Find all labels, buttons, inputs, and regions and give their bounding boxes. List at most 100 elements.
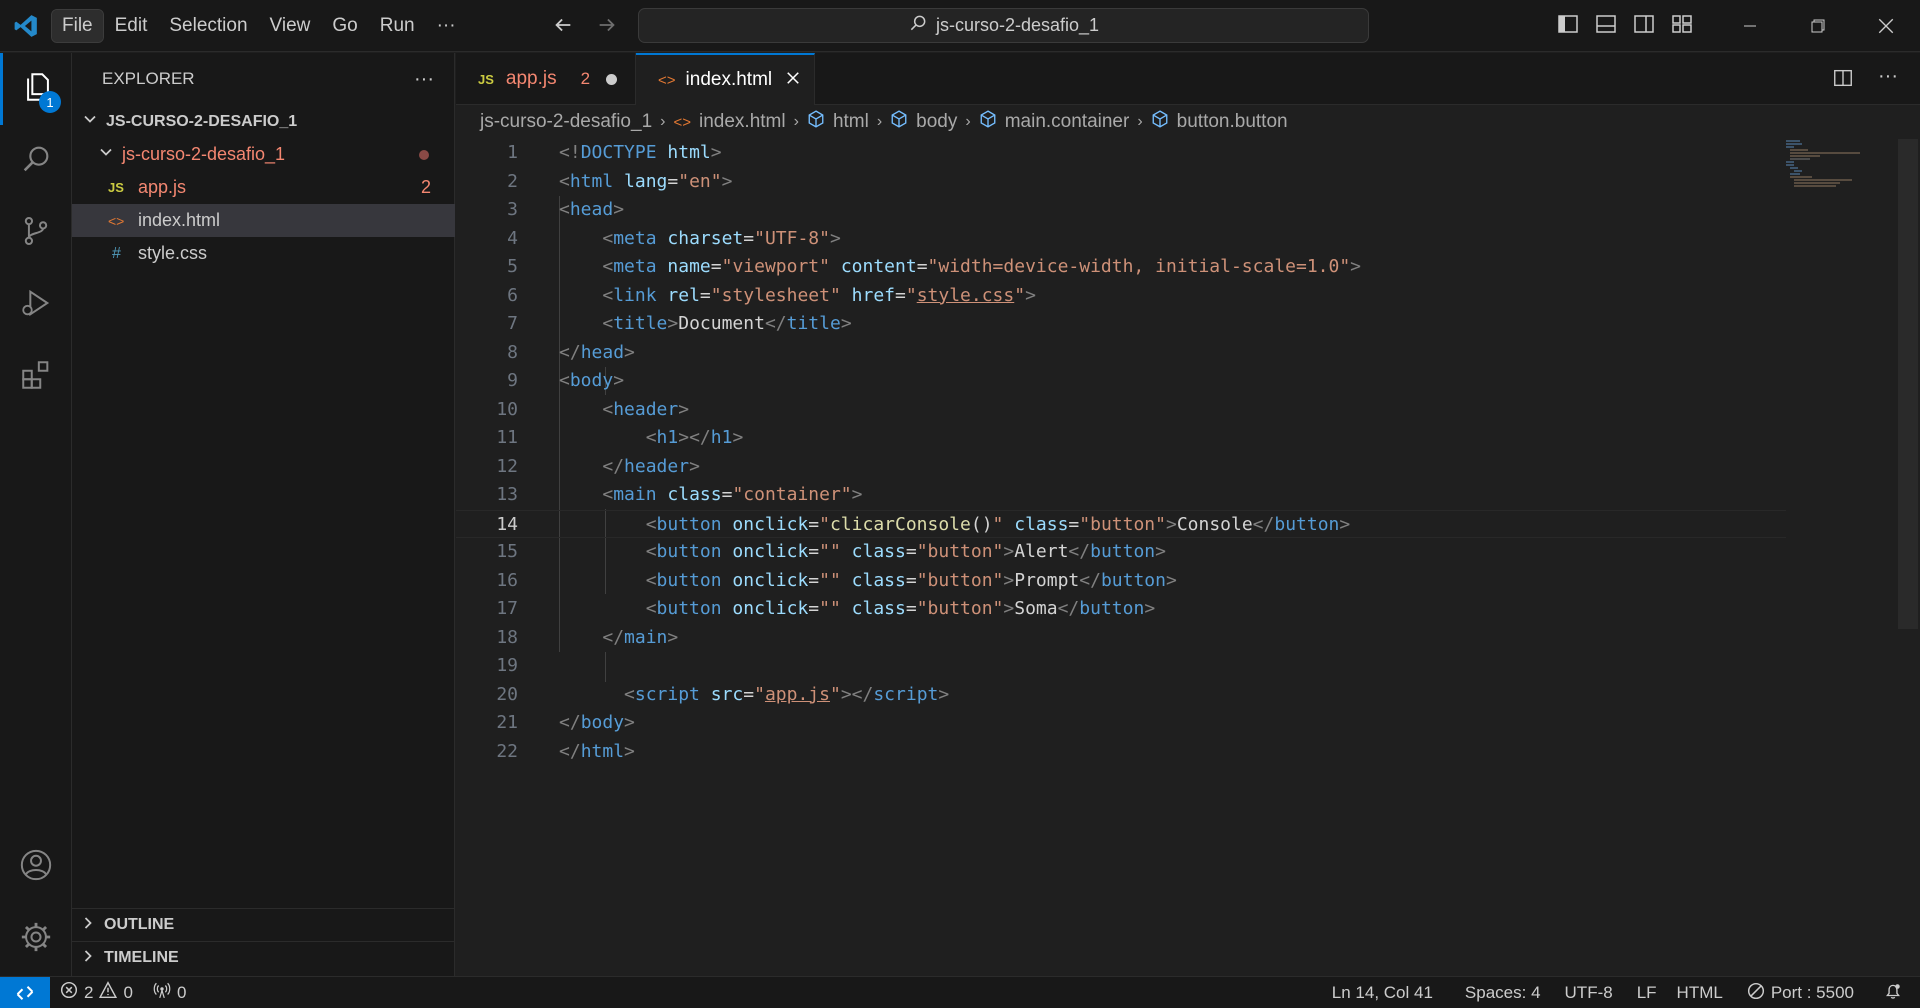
encoding-indicator[interactable]: UTF-8 bbox=[1555, 983, 1623, 1003]
modified-dot-icon bbox=[419, 149, 429, 160]
extensions-activity[interactable] bbox=[0, 341, 72, 413]
file-name: app.js bbox=[138, 177, 187, 197]
accounts-activity[interactable] bbox=[0, 831, 72, 903]
breadcrumb-main[interactable]: main.container bbox=[1005, 111, 1130, 133]
breadcrumb-button[interactable]: button.button bbox=[1177, 111, 1288, 133]
menu-edit[interactable]: Edit bbox=[105, 10, 158, 42]
menu-run[interactable]: Run bbox=[370, 10, 425, 42]
breadcrumb-file[interactable]: index.html bbox=[699, 111, 786, 133]
chevron-down-icon bbox=[96, 142, 116, 167]
live-server-port[interactable]: Port : 5500 bbox=[1737, 982, 1864, 1005]
file-name: style.css bbox=[138, 243, 208, 263]
toggle-panel-icon[interactable] bbox=[1594, 12, 1618, 41]
chevron-right-icon: › bbox=[876, 113, 883, 130]
code-line: 5 <meta name="viewport" content="width=d… bbox=[456, 253, 1786, 282]
close-window-button[interactable] bbox=[1852, 0, 1920, 52]
ports-indicator[interactable]: 0 bbox=[143, 981, 196, 1004]
line-number: 12 bbox=[496, 455, 518, 477]
breadcrumb-body[interactable]: body bbox=[916, 111, 957, 133]
line-number: 7 bbox=[507, 313, 518, 334]
warning-count: 0 bbox=[123, 982, 133, 1002]
menu-go[interactable]: Go bbox=[322, 10, 367, 42]
eol-indicator[interactable]: LF bbox=[1627, 983, 1667, 1003]
explorer-activity[interactable]: 1 bbox=[0, 53, 72, 125]
problems-indicator[interactable]: 2 0 bbox=[50, 981, 143, 1004]
warning-icon bbox=[99, 981, 118, 1004]
explorer-more-button[interactable]: ··· bbox=[414, 68, 434, 91]
symbol-icon bbox=[807, 110, 825, 134]
line-number: 9 bbox=[507, 370, 518, 391]
remote-indicator[interactable] bbox=[0, 976, 50, 1008]
search-label: js-curso-2-desafio_1 bbox=[935, 15, 1100, 35]
menu-file[interactable]: File bbox=[51, 8, 104, 43]
forward-arrow-icon[interactable] bbox=[596, 14, 618, 41]
code-line: 10 <header> bbox=[456, 396, 1786, 425]
editor-scrollbar[interactable] bbox=[1898, 139, 1918, 629]
code-line: 9 <body> bbox=[456, 367, 1786, 396]
workspace-root[interactable]: JS-CURSO-2-DESAFIO_1 bbox=[72, 105, 455, 138]
line-number: 14 bbox=[496, 513, 518, 535]
source-control-icon bbox=[19, 214, 53, 253]
toggle-secondary-sidebar-icon[interactable] bbox=[1632, 12, 1656, 41]
javascript-file-icon: JS bbox=[108, 180, 124, 195]
restore-button[interactable] bbox=[1784, 0, 1852, 52]
tab-app-js[interactable]: JS app.js 2 bbox=[456, 53, 636, 105]
html-file-icon: <> bbox=[673, 113, 691, 131]
outline-label: OUTLINE bbox=[104, 916, 175, 933]
file-item-style-css[interactable]: # style.css bbox=[72, 237, 455, 270]
gear-icon bbox=[19, 920, 53, 959]
minimap[interactable] bbox=[1786, 139, 1870, 189]
menu-selection[interactable]: Selection bbox=[159, 10, 257, 42]
chevron-right-icon: › bbox=[965, 113, 971, 130]
line-number: 6 bbox=[507, 284, 518, 306]
vscode-logo-icon bbox=[0, 0, 52, 52]
code-line: 1 <!DOCTYPE html> bbox=[456, 139, 1786, 168]
code-line: 8 </head> bbox=[456, 339, 1786, 368]
search-activity[interactable] bbox=[0, 125, 72, 197]
toggle-primary-sidebar-icon[interactable] bbox=[1556, 12, 1580, 41]
manage-activity[interactable] bbox=[0, 903, 72, 975]
breadcrumb-html[interactable]: html bbox=[833, 111, 869, 133]
code-line: 16 <button onclick="" class="button">Pro… bbox=[456, 567, 1786, 596]
line-number: 4 bbox=[507, 227, 518, 249]
javascript-file-icon: JS bbox=[478, 71, 494, 87]
back-arrow-icon[interactable] bbox=[552, 14, 574, 41]
chevron-right-icon bbox=[78, 913, 98, 938]
run-debug-activity[interactable] bbox=[0, 269, 72, 341]
file-item-index-html[interactable]: <> index.html bbox=[72, 204, 455, 237]
code-line: 2 <html lang="en"> bbox=[456, 168, 1786, 197]
source-control-activity[interactable] bbox=[0, 197, 72, 269]
line-number: 16 bbox=[496, 569, 518, 591]
file-item-app-js[interactable]: JS app.js 2 bbox=[72, 171, 455, 204]
chevron-right-icon: › bbox=[793, 113, 799, 130]
search-icon bbox=[19, 142, 53, 181]
language-mode[interactable]: HTML bbox=[1667, 983, 1733, 1003]
breadcrumb-folder[interactable]: js-curso-2-desafio_1 bbox=[480, 111, 652, 133]
title-bar-controls bbox=[1556, 0, 1920, 52]
timeline-section[interactable]: TIMELINE bbox=[72, 941, 455, 974]
outline-section[interactable]: OUTLINE bbox=[72, 908, 455, 941]
workspace-name: JS-CURSO-2-DESAFIO_1 bbox=[106, 112, 298, 130]
code-line: 18 </main> bbox=[456, 624, 1786, 653]
menu-view[interactable]: View bbox=[260, 10, 321, 42]
tab-label: index.html bbox=[685, 69, 773, 90]
menu-more-button[interactable]: ··· bbox=[427, 10, 466, 42]
command-center-search[interactable]: js-curso-2-desafio_1 bbox=[638, 8, 1369, 43]
editor-more-button[interactable]: ··· bbox=[1878, 65, 1898, 88]
timeline-label: TIMELINE bbox=[104, 949, 179, 966]
indentation-indicator[interactable]: Spaces: 4 bbox=[1455, 983, 1551, 1003]
chevron-right-icon: › bbox=[1137, 113, 1143, 130]
line-number: 22 bbox=[496, 740, 518, 762]
cursor-position[interactable]: Ln 14, Col 41 bbox=[1322, 983, 1443, 1003]
notifications-button[interactable] bbox=[1874, 982, 1912, 1005]
customize-layout-icon[interactable] bbox=[1670, 12, 1694, 41]
folder-item[interactable]: js-curso-2-desafio_1 bbox=[72, 138, 455, 171]
unsaved-dot-icon[interactable] bbox=[606, 73, 618, 85]
code-line: 17 <button onclick="" class="button">Som… bbox=[456, 595, 1786, 624]
tab-index-html[interactable]: <> index.html bbox=[636, 53, 815, 105]
close-icon[interactable] bbox=[786, 69, 800, 91]
split-editor-icon[interactable] bbox=[1832, 67, 1854, 94]
chevron-right-icon: › bbox=[660, 113, 666, 130]
tab-label: app.js bbox=[505, 68, 557, 89]
minimize-button[interactable] bbox=[1716, 0, 1784, 52]
